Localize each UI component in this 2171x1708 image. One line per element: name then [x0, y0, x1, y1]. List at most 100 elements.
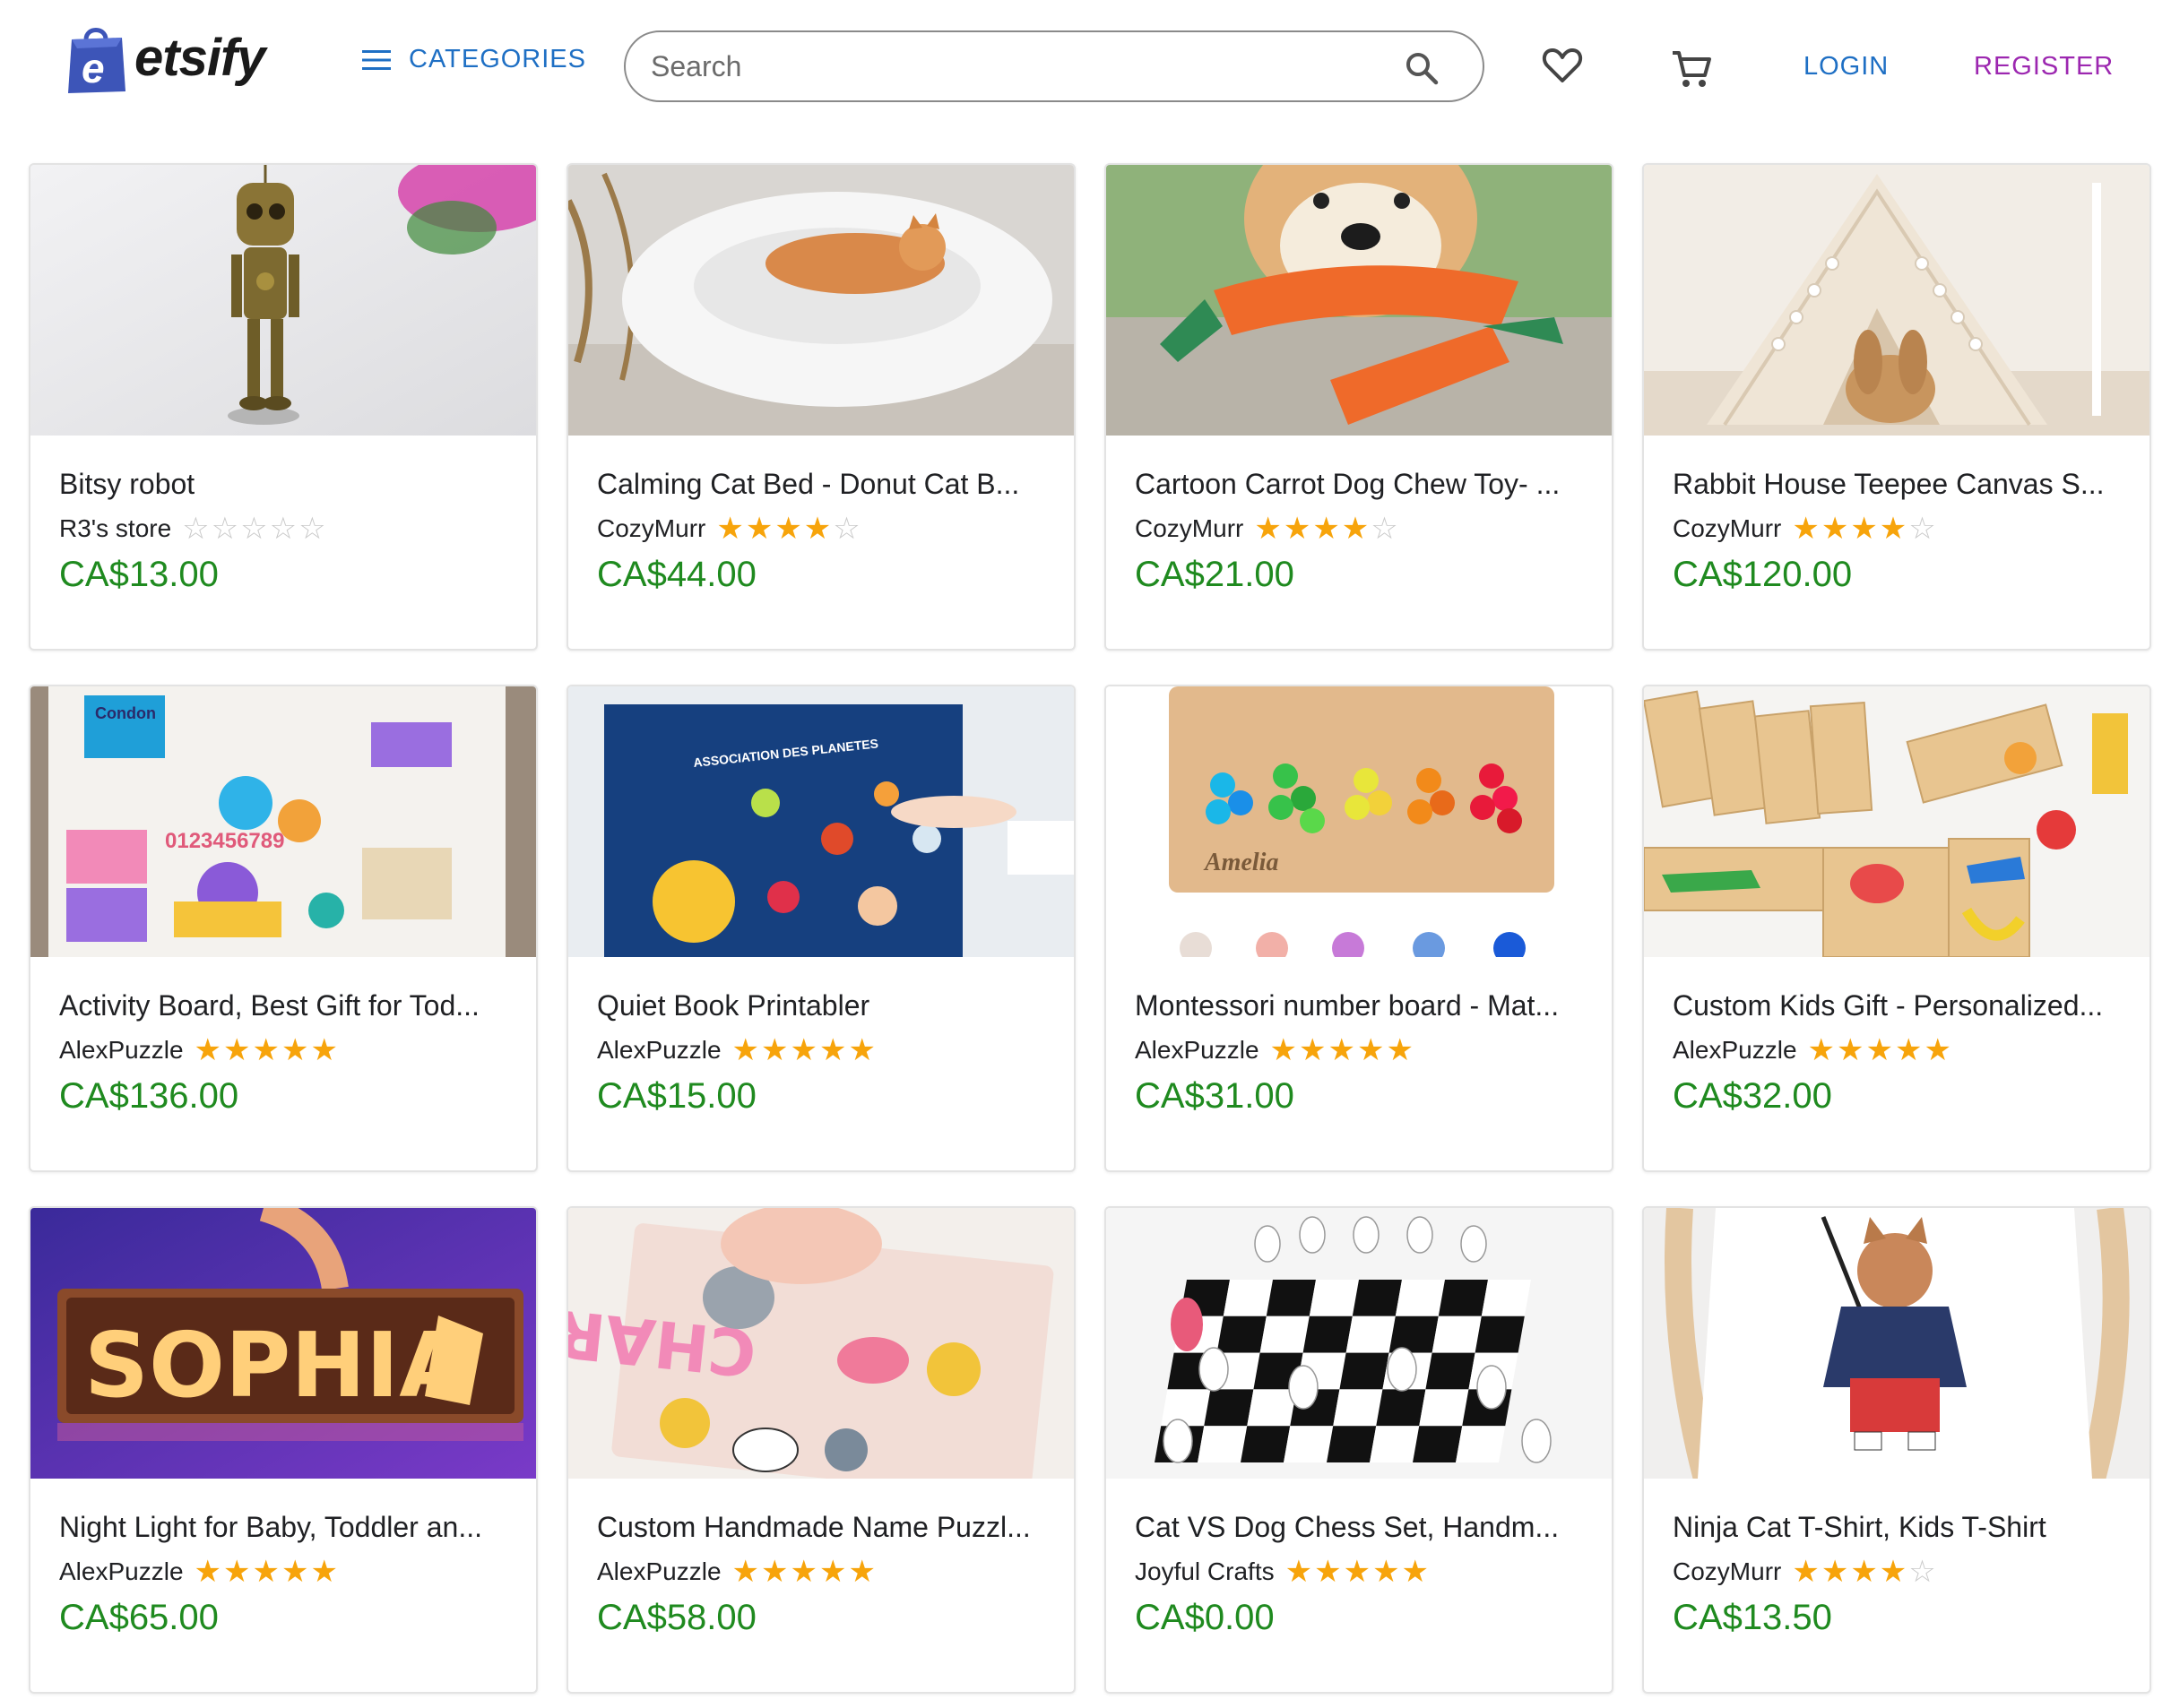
product-title[interactable]: Ninja Cat T-Shirt, Kids T-Shirt: [1673, 1511, 2121, 1544]
star-filled-icon: ★: [194, 1033, 221, 1067]
product-title[interactable]: Custom Kids Gift - Personalized...: [1673, 989, 2121, 1022]
register-button[interactable]: REGISTER: [1974, 52, 2114, 82]
seller-name[interactable]: AlexPuzzle: [1135, 1036, 1259, 1065]
seller-name[interactable]: CozyMurr: [1135, 514, 1243, 543]
product-price: CA$65.00: [59, 1598, 219, 1637]
seller-name[interactable]: AlexPuzzle: [1673, 1036, 1797, 1065]
star-rating: ★ ★ ★ ★ ☆: [1254, 513, 1399, 544]
product-card[interactable]: Bitsy robot R3's store ☆ ☆ ☆ ☆ ☆ CA$13.00: [29, 163, 538, 651]
seller-name[interactable]: CozyMurr: [597, 514, 705, 543]
product-image-sophia-night-light: SOPHIA: [30, 1208, 536, 1479]
product-title[interactable]: Cat VS Dog Chess Set, Handm...: [1135, 1511, 1583, 1544]
star-filled-icon: ★: [790, 1033, 817, 1067]
product-price: CA$15.00: [597, 1076, 757, 1116]
star-empty-icon: ☆: [1371, 512, 1398, 546]
seller-name[interactable]: CozyMurr: [1673, 1557, 1781, 1586]
product-card[interactable]: Cartoon Carrot Dog Chew Toy- ... CozyMur…: [1104, 163, 1613, 651]
shopping-cart-icon[interactable]: [1671, 48, 1712, 90]
seller-name[interactable]: CozyMurr: [1673, 514, 1781, 543]
star-filled-icon: ★: [1807, 1033, 1835, 1067]
seller-name[interactable]: AlexPuzzle: [597, 1557, 722, 1586]
product-card[interactable]: Condon 0123456789 Activity Board, Best G…: [29, 685, 538, 1172]
star-filled-icon: ★: [1879, 1555, 1907, 1589]
star-rating: ★ ★ ★ ★ ★: [1285, 1557, 1431, 1587]
star-filled-icon: ★: [1356, 1033, 1385, 1067]
star-rating: ★ ★ ★ ★ ★: [732, 1035, 878, 1065]
star-filled-icon: ★: [761, 1555, 789, 1589]
product-price: CA$13.50: [1673, 1598, 1832, 1637]
seller-name[interactable]: AlexPuzzle: [59, 1557, 184, 1586]
star-empty-icon: ☆: [833, 512, 861, 546]
product-image-dog-with-carrot-toy: [1106, 165, 1612, 436]
star-filled-icon: ★: [1924, 1033, 1951, 1067]
categories-label: CATEGORIES: [409, 45, 586, 73]
product-card[interactable]: Calming Cat Bed - Donut Cat B... CozyMur…: [567, 163, 1076, 651]
seller-name[interactable]: AlexPuzzle: [597, 1036, 722, 1065]
product-card[interactable]: SOPHIA Night Light for Baby, Toddler an.…: [29, 1206, 538, 1694]
categories-button[interactable]: CATEGORIES: [362, 45, 586, 74]
product-title[interactable]: Rabbit House Teepee Canvas S...: [1673, 468, 2121, 501]
product-title[interactable]: Calming Cat Bed - Donut Cat B...: [597, 468, 1045, 501]
top-app-bar: e etsify CATEGORIES LOGIN REGISTER: [0, 0, 2171, 133]
product-card[interactable]: Cat VS Dog Chess Set, Handm... Joyful Cr…: [1104, 1206, 1613, 1694]
product-card[interactable]: ASSOCIATION DES PLANETES Quiet Book Prin…: [567, 685, 1076, 1172]
star-filled-icon: ★: [818, 1555, 847, 1589]
star-filled-icon: ★: [252, 1033, 280, 1067]
product-price: CA$13.00: [59, 555, 219, 594]
seller-name[interactable]: Joyful Crafts: [1135, 1557, 1275, 1586]
seller-name[interactable]: AlexPuzzle: [59, 1036, 184, 1065]
star-filled-icon: ★: [1299, 1033, 1327, 1067]
product-title[interactable]: Custom Handmade Name Puzzl...: [597, 1511, 1045, 1544]
product-card[interactable]: CHARLIE Custom Handmade Name Puzzl... Al…: [567, 1206, 1076, 1694]
svg-text:0123456789: 0123456789: [165, 829, 284, 853]
star-filled-icon: ★: [252, 1555, 280, 1589]
product-image-charlie-name-puzzle: CHARLIE: [568, 1208, 1074, 1479]
seller-name[interactable]: R3's store: [59, 514, 171, 543]
product-card[interactable]: Rabbit House Teepee Canvas S... CozyMurr…: [1642, 163, 2151, 651]
svg-text:e: e: [82, 45, 105, 91]
star-filled-icon: ★: [1821, 1555, 1849, 1589]
product-title[interactable]: Quiet Book Printabler: [597, 989, 1045, 1022]
star-rating: ☆ ☆ ☆ ☆ ☆: [182, 513, 327, 544]
star-filled-icon: ★: [1269, 1033, 1297, 1067]
product-image-planets-quiet-book: ASSOCIATION DES PLANETES: [568, 686, 1074, 957]
star-filled-icon: ★: [1792, 1555, 1820, 1589]
product-image-rabbit-in-teepee: [1644, 165, 2149, 436]
search-bar: [624, 30, 1484, 102]
star-rating: ★ ★ ★ ★ ☆: [1792, 513, 1937, 544]
product-title[interactable]: Cartoon Carrot Dog Chew Toy- ...: [1135, 468, 1583, 501]
product-card[interactable]: Ninja Cat T-Shirt, Kids T-Shirt CozyMurr…: [1642, 1206, 2151, 1694]
product-title[interactable]: Bitsy robot: [59, 468, 507, 501]
star-filled-icon: ★: [194, 1555, 221, 1589]
star-filled-icon: ★: [731, 1033, 759, 1067]
etsify-logo[interactable]: e etsify: [66, 20, 266, 95]
star-empty-icon: ☆: [1908, 512, 1936, 546]
product-title[interactable]: Activity Board, Best Gift for Tod...: [59, 989, 507, 1022]
star-filled-icon: ★: [774, 512, 802, 546]
product-card[interactable]: Amelia Montessori number board - Mat... …: [1104, 685, 1613, 1172]
product-title[interactable]: Night Light for Baby, Toddler an...: [59, 1511, 507, 1544]
heart-icon[interactable]: [1542, 47, 1583, 84]
star-rating: ★ ★ ★ ★ ★: [732, 1557, 878, 1587]
star-filled-icon: ★: [818, 1033, 847, 1067]
svg-text:Condon: Condon: [95, 704, 156, 722]
product-title[interactable]: Montessori number board - Mat...: [1135, 989, 1583, 1022]
search-icon[interactable]: [1404, 50, 1440, 86]
star-filled-icon: ★: [281, 1555, 309, 1589]
product-image-busy-board: Condon 0123456789: [30, 686, 536, 957]
login-button[interactable]: LOGIN: [1803, 52, 1889, 82]
star-empty-icon: ☆: [182, 512, 210, 546]
shopping-bag-logo-icon: e: [68, 28, 125, 93]
star-rating: ★ ★ ★ ★ ★: [195, 1035, 340, 1065]
product-image-animal-dominoes: [1644, 686, 2149, 957]
star-filled-icon: ★: [1821, 512, 1849, 546]
star-empty-icon: ☆: [211, 512, 239, 546]
product-card[interactable]: Custom Kids Gift - Personalized... AlexP…: [1642, 685, 2151, 1172]
star-rating: ★ ★ ★ ★ ★: [195, 1557, 340, 1587]
star-filled-icon: ★: [223, 1555, 251, 1589]
search-input[interactable]: [651, 49, 1368, 83]
star-filled-icon: ★: [1284, 1555, 1313, 1589]
star-filled-icon: ★: [761, 1033, 789, 1067]
star-filled-icon: ★: [281, 1033, 309, 1067]
svg-text:Amelia: Amelia: [1203, 849, 1278, 876]
